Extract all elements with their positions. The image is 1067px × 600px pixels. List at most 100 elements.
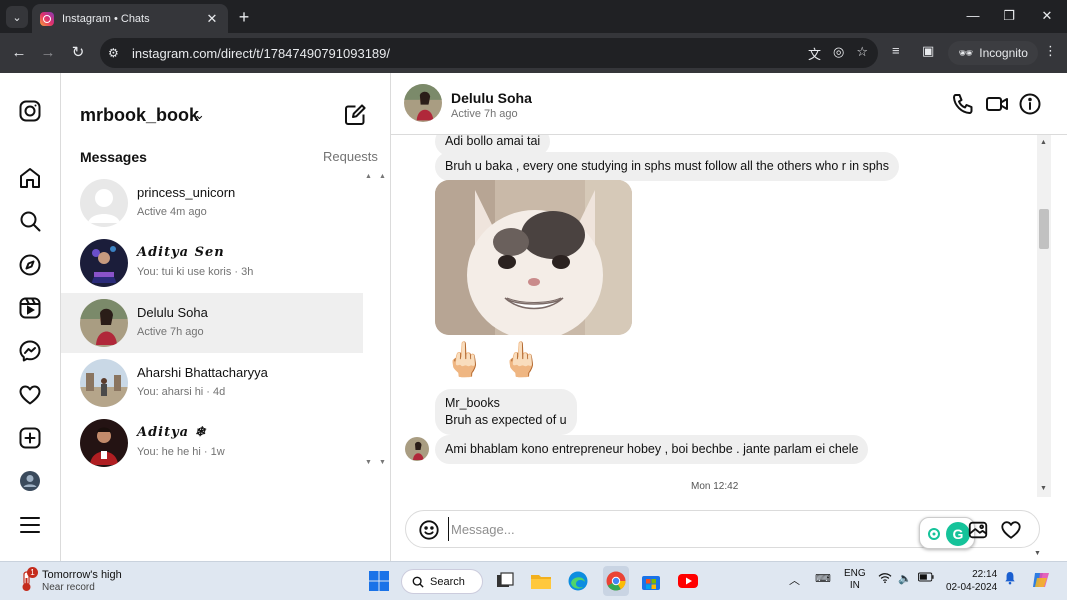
incognito-label: Incognito — [979, 46, 1028, 60]
conversation-subtitle: You: aharsi hi · 4d — [137, 386, 226, 398]
bookmark-star-icon[interactable]: ☆ — [856, 44, 868, 63]
conversation-info-icon[interactable] — [1018, 92, 1042, 116]
incognito-badge[interactable]: 🕶 Incognito — [948, 41, 1038, 65]
explore-compass-icon[interactable] — [18, 253, 42, 277]
messenger-icon[interactable] — [18, 339, 42, 363]
search-icon[interactable] — [18, 209, 42, 233]
chat-scrollbar[interactable]: ▲ ▼ — [1037, 135, 1051, 497]
media-controls-icon[interactable]: ≡ — [892, 43, 900, 58]
side-panel-icon[interactable]: ▣ — [922, 43, 934, 59]
message-bubble[interactable]: Mr_books Bruh as expected of u — [435, 389, 577, 435]
keyboard-icon[interactable]: ⌨ — [815, 572, 831, 585]
svg-text:G: G — [953, 526, 964, 542]
conversation-list-panel: mrbook_book ⌄ Messages Requests ▲ ▲ prin… — [61, 73, 391, 561]
weather-subtitle[interactable]: Near record — [42, 582, 95, 593]
conversation-item-delulu-soha[interactable]: Delulu Soha Active 7h ago — [61, 293, 363, 353]
edge-browser-icon[interactable] — [567, 570, 589, 592]
address-bar[interactable]: ⚙ instagram.com/direct/t/178474907910931… — [100, 38, 878, 68]
browser-menu-icon[interactable]: ⋮ — [1044, 43, 1057, 59]
language-indicator[interactable]: ENG IN — [844, 568, 866, 592]
conversation-name: Delulu Soha — [137, 305, 208, 320]
weather-title[interactable]: Tomorrow's high — [42, 569, 122, 581]
day-timestamp: Mon 12:42 — [691, 481, 739, 492]
message-thread: Adi bollo amai tai Bruh u baka , every o… — [391, 135, 1051, 497]
site-info-icon[interactable]: ⚙ — [108, 46, 128, 60]
message-bubble[interactable]: Ami bhablam kono entrepreneur hobey , bo… — [435, 435, 869, 464]
task-view-icon[interactable] — [494, 570, 516, 592]
sender-avatar[interactable] — [405, 437, 429, 461]
avatar — [80, 359, 128, 407]
like-heart-icon[interactable] — [1000, 519, 1022, 541]
eye-off-icon[interactable]: ◎ — [833, 44, 844, 63]
scroll-up-arrow-icon[interactable]: ▲ — [1040, 139, 1047, 146]
more-menu-icon[interactable] — [18, 513, 42, 537]
cat-meme-image[interactable] — [435, 180, 632, 335]
system-clock[interactable]: 22:14 02-04-2024 — [946, 568, 997, 594]
message-bubble[interactable]: Bruh u baka , every one studying in sphs… — [435, 152, 899, 181]
chrome-taskbar-button[interactable] — [603, 566, 629, 596]
tab-search-icon[interactable]: ⌄ — [6, 6, 28, 28]
conversation-item-aditya-sen[interactable]: 𝑨𝒅𝒊𝒕𝒚𝒂 𝑺𝒆𝒏 You: tui ki use koris · 3h — [61, 233, 363, 293]
volume-icon[interactable]: 🔈 — [898, 572, 912, 585]
tab-close-icon[interactable]: ✕ — [204, 11, 220, 27]
clock-time: 22:14 — [972, 569, 998, 580]
file-explorer-icon[interactable] — [530, 570, 552, 592]
left-nav-bar — [0, 73, 61, 561]
conversation-item-aharshi-bhattacharyya[interactable]: Aharshi Bhattacharyya You: aharsi hi · 4… — [61, 353, 363, 413]
scroll-down-arrow-icon[interactable]: ▼ — [1040, 485, 1047, 492]
avatar — [80, 239, 128, 287]
add-photo-icon[interactable] — [967, 519, 989, 541]
video-call-icon[interactable] — [985, 92, 1009, 116]
microsoft-store-icon[interactable] — [640, 570, 662, 592]
requests-link[interactable]: Requests — [323, 149, 378, 164]
scroll-down-arrow-icon[interactable]: ▼ — [1034, 550, 1041, 557]
windows-start-icon[interactable] — [368, 570, 390, 592]
emoji-picker-icon[interactable] — [418, 519, 440, 541]
scroll-up-arrow-icon[interactable]: ▲ — [379, 173, 386, 180]
minimize-icon[interactable]: — — [958, 4, 988, 28]
forward-icon[interactable]: → — [37, 42, 59, 64]
create-plus-icon[interactable] — [18, 426, 42, 450]
home-icon[interactable] — [18, 166, 42, 190]
scrollbar-thumb[interactable] — [1039, 209, 1049, 249]
taskbar-search-box[interactable]: Search — [401, 569, 483, 594]
instagram-logo-icon[interactable] — [18, 99, 42, 123]
scroll-up-arrow-icon[interactable]: ▲ — [365, 173, 372, 180]
contact-name[interactable]: Delulu Soha — [451, 90, 532, 106]
close-window-icon[interactable]: ✕ — [1032, 4, 1062, 28]
url-text[interactable]: instagram.com/direct/t/17847490791093189… — [132, 46, 390, 61]
contact-avatar[interactable] — [404, 84, 442, 122]
back-icon[interactable]: ← — [8, 42, 30, 64]
restore-icon[interactable]: ❐ — [994, 4, 1024, 28]
audio-call-icon[interactable] — [951, 92, 975, 116]
message-composer: G — [405, 510, 1040, 549]
account-username[interactable]: mrbook_book — [80, 105, 199, 126]
wifi-icon[interactable] — [878, 572, 892, 587]
chat-header: Delulu Soha Active 7h ago — [391, 73, 1067, 135]
scroll-down-arrow-icon[interactable]: ▼ — [379, 459, 386, 466]
compose-new-message-icon[interactable] — [343, 103, 367, 127]
notifications-heart-icon[interactable] — [18, 383, 42, 407]
conversation-subtitle: You: he he hi · 1w — [137, 446, 225, 458]
conversation-subtitle: You: tui ki use koris · 3h — [137, 266, 254, 278]
message-input[interactable] — [448, 517, 918, 541]
new-tab-icon[interactable]: + — [234, 6, 254, 28]
battery-icon[interactable] — [918, 572, 934, 585]
windows-taskbar: 1 Tomorrow's high Near record Search ︿ ⌨… — [0, 561, 1067, 600]
conversation-item-aditya[interactable]: 𝑨𝒅𝒊𝒕𝒚𝒂 ❄ You: he he hi · 1w — [61, 413, 363, 473]
scroll-down-arrow-icon[interactable]: ▼ — [365, 459, 372, 466]
chevron-down-icon[interactable]: ⌄ — [194, 107, 205, 123]
translate-icon[interactable]: 文 — [808, 44, 821, 63]
copilot-icon[interactable] — [1030, 569, 1052, 591]
reload-icon[interactable]: ↻ — [67, 42, 89, 64]
conversation-item-princess-unicorn[interactable]: princess_unicorn Active 4m ago — [61, 173, 363, 233]
contact-status: Active 7h ago — [451, 108, 518, 120]
reels-icon[interactable] — [18, 296, 42, 320]
notification-bell-icon[interactable] — [1004, 571, 1016, 588]
profile-avatar-icon[interactable] — [18, 469, 42, 493]
youtube-icon[interactable] — [677, 570, 699, 592]
tab-instagram-chats[interactable]: Instagram • Chats ✕ — [32, 4, 228, 33]
middle-finger-emoji: 🖕🏻 — [443, 341, 486, 379]
conversation-name: 𝑨𝒅𝒊𝒕𝒚𝒂 ❄ — [137, 425, 207, 440]
show-hidden-icons-chevron-icon[interactable]: ︿ — [789, 572, 800, 588]
